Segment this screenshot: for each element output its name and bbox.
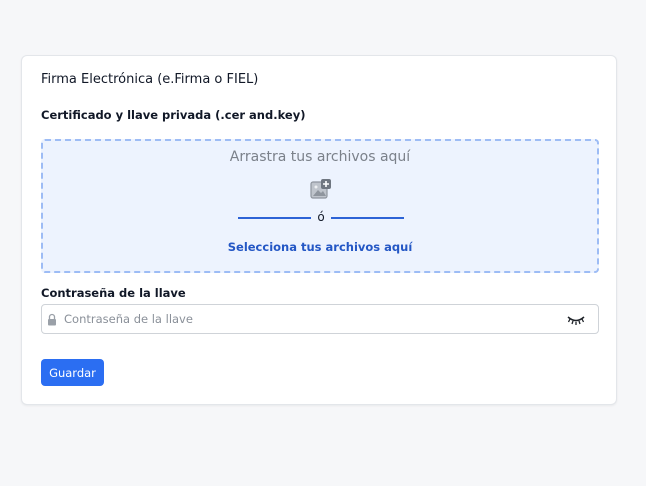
password-label: Contraseña de la llave <box>41 286 186 300</box>
image-add-icon <box>310 179 331 199</box>
lock-icon <box>48 313 56 326</box>
certificate-section-label: Certificado y llave privada (.cer and.ke… <box>41 108 306 122</box>
drop-instructions: Arrastra tus archivos aquí <box>229 149 411 165</box>
divider-line-right <box>331 217 404 219</box>
eye-closed-icon[interactable] <box>567 314 585 326</box>
select-files-link[interactable]: Selecciona tus archivos aquí <box>43 240 597 254</box>
file-dropzone[interactable]: Arrastra tus archivos aquí ó Selecciona … <box>41 139 599 273</box>
password-field-wrapper <box>41 304 599 334</box>
card-title: Firma Electrónica (e.Firma o FIEL) <box>41 72 259 87</box>
save-button[interactable]: Guardar <box>41 359 104 386</box>
or-divider: ó <box>238 209 404 227</box>
password-input[interactable] <box>64 306 554 332</box>
efirma-card: Firma Electrónica (e.Firma o FIEL) Certi… <box>21 55 617 405</box>
